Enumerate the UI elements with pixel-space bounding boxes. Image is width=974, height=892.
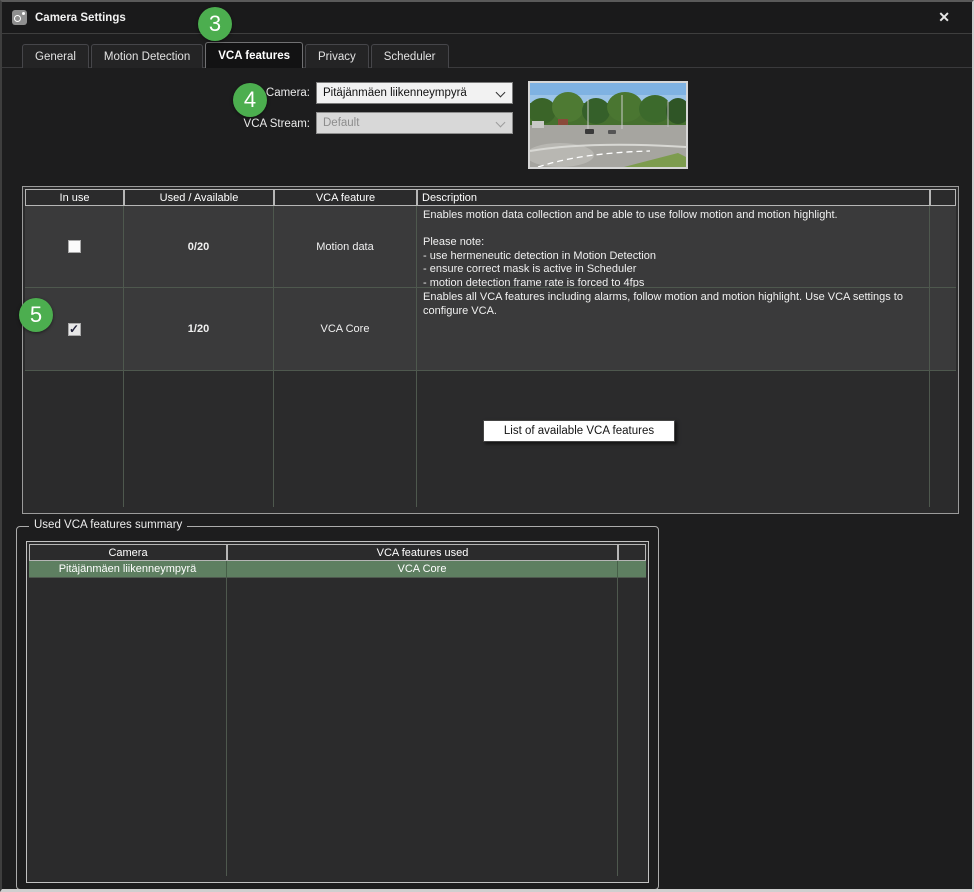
vca-stream-label: VCA Stream: <box>180 118 310 130</box>
header-used-available: Used / Available <box>124 189 274 206</box>
table-row-motion-data-inuse-cell <box>25 206 124 288</box>
vca-core-feature-name: VCA Core <box>274 288 417 371</box>
empty-cell <box>274 371 417 507</box>
summary-row-features-used[interactable]: VCA Core <box>227 561 618 578</box>
summary-table: Camera VCA features used Pitäjänmäen lii… <box>26 541 649 883</box>
camera-icon <box>12 10 27 25</box>
summary-table-header: Camera VCA features used <box>29 544 646 561</box>
row-spacer <box>930 288 956 371</box>
vca-core-usage: 1/20 <box>124 288 274 371</box>
empty-cell <box>227 578 618 876</box>
window-title: Camera Settings <box>35 12 126 24</box>
close-icon[interactable]: ✕ <box>938 9 950 26</box>
summary-header-spacer <box>618 544 646 561</box>
roundabout-scene <box>530 83 686 167</box>
header-vca-feature: VCA feature <box>274 189 417 206</box>
summary-row-camera[interactable]: Pitäjänmäen liikenneympyrä <box>29 561 227 578</box>
summary-row-spacer[interactable] <box>618 561 646 578</box>
vca-stream-select-value: Default <box>323 117 359 129</box>
motion-data-checkbox[interactable] <box>68 240 81 253</box>
tab-bar: General Motion Detection VCA features Pr… <box>22 42 449 68</box>
annotation-badge-4: 4 <box>233 83 267 117</box>
used-vca-summary-group: Used VCA features summary Camera VCA fea… <box>16 526 659 890</box>
empty-cell <box>29 578 227 876</box>
motion-data-feature-name: Motion data <box>274 206 417 288</box>
tab-general[interactable]: General <box>22 44 89 68</box>
feature-table-header: In use Used / Available VCA feature Desc… <box>25 189 956 206</box>
vca-feature-table: In use Used / Available VCA feature Desc… <box>22 186 959 514</box>
row-spacer <box>930 206 956 288</box>
tab-scheduler[interactable]: Scheduler <box>371 44 449 68</box>
vca-core-checkbox[interactable]: ✓ <box>68 323 81 336</box>
camera-icon-dot <box>22 12 25 15</box>
empty-cell <box>618 578 646 876</box>
camera-icon-ring <box>14 15 21 22</box>
summary-header-features-used: VCA features used <box>227 544 618 561</box>
summary-table-body: Pitäjänmäen liikenneympyrä VCA Core <box>29 561 646 876</box>
feature-table-body: 0/20 Motion data Enables motion data col… <box>25 206 956 507</box>
motion-data-usage: 0/20 <box>124 206 274 288</box>
empty-cell <box>25 371 124 507</box>
tab-privacy[interactable]: Privacy <box>305 44 369 68</box>
camera-select[interactable]: Pitäjänmäen liikenneympyrä <box>316 82 513 104</box>
header-spacer <box>930 189 956 206</box>
camera-preview-thumbnail <box>528 81 688 169</box>
tooltip: List of available VCA features <box>483 420 675 442</box>
vca-stream-select: Default <box>316 112 513 134</box>
title-bar: Camera Settings ✕ <box>2 2 972 34</box>
chevron-down-icon <box>496 118 506 128</box>
header-in-use: In use <box>25 189 124 206</box>
camera-select-value: Pitäjänmäen liikenneympyrä <box>323 87 467 99</box>
camera-settings-dialog: Camera Settings ✕ General Motion Detecti… <box>0 0 974 892</box>
empty-cell <box>124 371 274 507</box>
header-description: Description <box>417 189 930 206</box>
empty-cell <box>930 371 956 507</box>
tab-vca-features[interactable]: VCA features <box>205 42 303 68</box>
annotation-badge-3: 3 <box>198 7 232 41</box>
group-title: Used VCA features summary <box>29 519 187 531</box>
annotation-badge-5: 5 <box>19 298 53 332</box>
summary-header-camera: Camera <box>29 544 227 561</box>
vca-core-description: Enables all VCA features including alarm… <box>417 288 930 371</box>
tab-motion-detection[interactable]: Motion Detection <box>91 44 203 68</box>
chevron-down-icon <box>496 88 506 98</box>
motion-data-description: Enables motion data collection and be ab… <box>417 206 930 288</box>
